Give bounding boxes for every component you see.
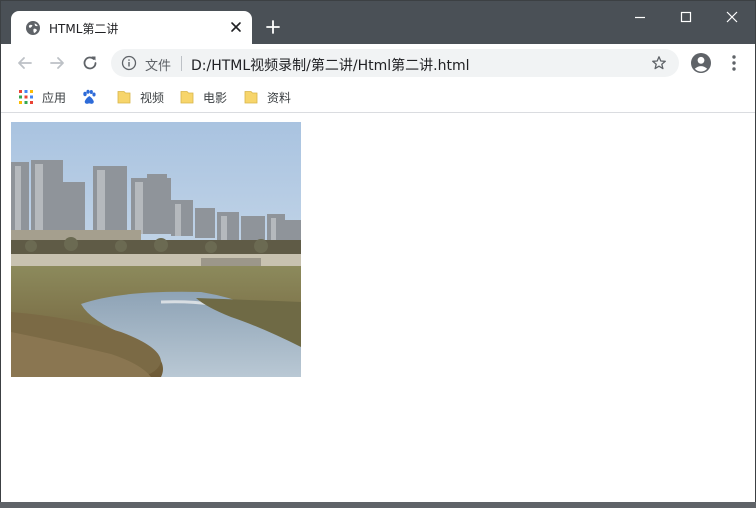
bookmark-star-icon[interactable]	[651, 55, 667, 71]
browser-toolbar: 文件 D:/HTML视频录制/第二讲/Html第二讲.html	[1, 44, 755, 82]
folder-icon	[117, 91, 131, 104]
bookmark-folder-materials[interactable]: 资料	[243, 88, 291, 106]
bookmark-apps[interactable]: 应用	[18, 88, 66, 106]
menu-kebab-icon[interactable]	[725, 53, 743, 73]
bookmark-label: 视频	[140, 90, 165, 105]
info-circle-icon[interactable]	[121, 55, 137, 71]
folder-icon	[180, 91, 194, 104]
reload-icon[interactable]	[80, 53, 100, 73]
city-river-photo	[11, 122, 301, 377]
bookmark-label: 电影	[203, 90, 228, 105]
tab-strip: HTML第二讲	[1, 1, 755, 44]
url-text[interactable]: D:/HTML视频录制/第二讲/Html第二讲.html	[191, 55, 470, 75]
minimize-window-icon[interactable]	[632, 9, 648, 25]
file-scheme-chip[interactable]: 文件	[145, 55, 171, 74]
apps-grid-icon	[19, 90, 33, 104]
maximize-window-icon[interactable]	[678, 9, 694, 25]
close-window-icon[interactable]	[724, 9, 740, 25]
forward-arrow-icon[interactable]	[47, 53, 67, 73]
address-bar[interactable]: 文件 D:/HTML视频录制/第二讲/Html第二讲.html	[111, 49, 679, 77]
bookmark-folder-video[interactable]: 视频	[116, 88, 164, 106]
profile-avatar-icon[interactable]	[690, 52, 712, 74]
window-bottom-edge	[0, 502, 756, 508]
bookmark-label: 应用	[42, 90, 67, 105]
globe-icon	[26, 21, 40, 35]
baidu-paw-icon	[83, 89, 96, 104]
back-arrow-icon[interactable]	[15, 53, 35, 73]
tab-title: HTML第二讲	[49, 22, 119, 36]
bookmark-baidu[interactable]	[81, 88, 97, 106]
bookmark-folder-film[interactable]: 电影	[179, 88, 227, 106]
bookmark-label: 资料	[267, 90, 292, 105]
bookmarks-bar: 应用 视频 电影 资料	[1, 82, 755, 113]
browser-window: HTML第二讲 文件 D:/HTML视频录制/第二讲/Html第二讲.html …	[0, 0, 756, 508]
folder-icon	[244, 91, 258, 104]
new-tab-plus-icon[interactable]	[264, 18, 282, 36]
page-viewport	[1, 113, 755, 503]
tab-html-lesson-2[interactable]: HTML第二讲	[11, 11, 252, 44]
close-tab-icon[interactable]	[228, 19, 244, 35]
omnibox-divider	[181, 56, 182, 71]
